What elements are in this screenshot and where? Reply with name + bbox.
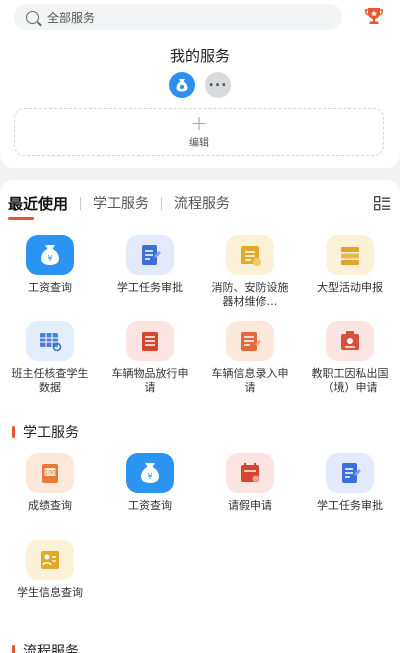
service-item[interactable]: 车辆物品放行申请 (100, 321, 200, 395)
service-item[interactable]: 车辆信息录入申请 (200, 321, 300, 395)
service-label: 工资查询 (28, 281, 72, 294)
section-marker (12, 645, 15, 653)
service-label: 学生信息查询 (17, 586, 83, 599)
service-item[interactable]: 教职工因私出国（境）申请 (300, 321, 400, 395)
service-label: 消防、安防设施器材维修… (211, 281, 289, 308)
search-bar[interactable]: 全部服务 (14, 4, 342, 30)
tab-divider (161, 196, 163, 210)
more-icon[interactable]: ... (205, 72, 231, 98)
service-item[interactable]: 学工任务审批 (300, 453, 400, 513)
recent-row-2: 班主任核查学生数据 车辆物品放行申请 车辆信息录入申请 教职工因私出国（境）申请 (0, 321, 400, 395)
service-item[interactable]: 学工任务审批 (100, 235, 200, 309)
service-item[interactable]: ¥ 工资查询 (100, 453, 200, 513)
event-stack-icon (326, 235, 374, 275)
data-check-icon (26, 321, 74, 361)
edit-button[interactable]: + 编辑 (14, 108, 384, 156)
service-label: 车辆物品放行申请 (111, 367, 189, 394)
service-label: 班主任核查学生数据 (11, 367, 89, 394)
service-item[interactable]: 请假申请 (200, 453, 300, 513)
money-bag-icon: ¥ (126, 453, 174, 493)
vehicle-info-icon (226, 321, 274, 361)
service-item[interactable]: 大型活动申报 (300, 235, 400, 309)
tab-recent[interactable]: 最近使用 (8, 193, 68, 214)
score-icon: 100 (26, 453, 74, 493)
service-item[interactable]: 100 成绩查询 (0, 453, 100, 513)
service-label: 请假申请 (228, 499, 272, 512)
service-item[interactable]: 班主任核查学生数据 (0, 321, 100, 395)
service-label: 教职工因私出国（境）申请 (311, 367, 389, 394)
service-label: 大型活动申报 (317, 281, 383, 294)
money-bag-icon: ¥ (26, 235, 74, 275)
service-tabs: 最近使用 学工服务 流程服务 (8, 192, 230, 214)
my-services-title: 我的服务 (169, 47, 230, 65)
service-item[interactable]: 学生信息查询 (0, 540, 100, 600)
svg-text:100: 100 (44, 470, 56, 477)
section-marker (12, 426, 15, 438)
travel-abroad-icon (326, 321, 374, 361)
approval-doc-icon (126, 235, 174, 275)
my-services-card: 全部服务 我的服务 ... + 编辑 (0, 0, 400, 168)
tab-divider (80, 196, 82, 210)
student-affairs-row-1: 100 成绩查询 ¥ 工资查询 请假申请 学工任务审批 (0, 453, 400, 513)
recent-row-1: ¥ 工资查询 学工任务审批 消防、安防设施器材维修… 大型活动申报 (0, 235, 400, 309)
section-header-student-affairs: 学工服务 (12, 422, 79, 442)
trophy-icon[interactable] (364, 6, 384, 26)
service-label: 工资查询 (128, 499, 172, 512)
svg-text:¥: ¥ (47, 254, 52, 263)
leave-calendar-icon (226, 453, 274, 493)
section-title: 学工服务 (23, 425, 79, 441)
active-tab-indicator (8, 217, 34, 220)
search-placeholder: 全部服务 (47, 10, 96, 25)
svg-text:¥: ¥ (147, 472, 152, 481)
edit-label: 编辑 (189, 138, 209, 149)
my-services-icons: ... (0, 72, 400, 98)
service-label: 学工任务审批 (317, 499, 383, 512)
approval-doc-icon (326, 453, 374, 493)
vehicle-pass-icon (126, 321, 174, 361)
tab-student-affairs[interactable]: 学工服务 (93, 193, 149, 213)
plus-icon: + (190, 111, 208, 135)
service-label: 学工任务审批 (117, 281, 183, 294)
search-icon (26, 10, 39, 24)
repair-doc-icon (226, 235, 274, 275)
service-label: 车辆信息录入申请 (211, 367, 289, 394)
service-label: 成绩查询 (28, 499, 72, 512)
tab-process-services[interactable]: 流程服务 (174, 193, 230, 213)
section-header-process-services: 流程服务 (12, 641, 79, 653)
student-info-icon (26, 540, 74, 580)
section-title: 流程服务 (23, 644, 79, 653)
student-affairs-row-2: 学生信息查询 (0, 540, 400, 600)
service-item[interactable]: ¥ 工资查询 (0, 235, 100, 309)
service-item[interactable]: 消防、安防设施器材维修… (200, 235, 300, 309)
money-bag-icon[interactable] (169, 72, 195, 98)
list-grid-icon[interactable] (374, 196, 390, 211)
